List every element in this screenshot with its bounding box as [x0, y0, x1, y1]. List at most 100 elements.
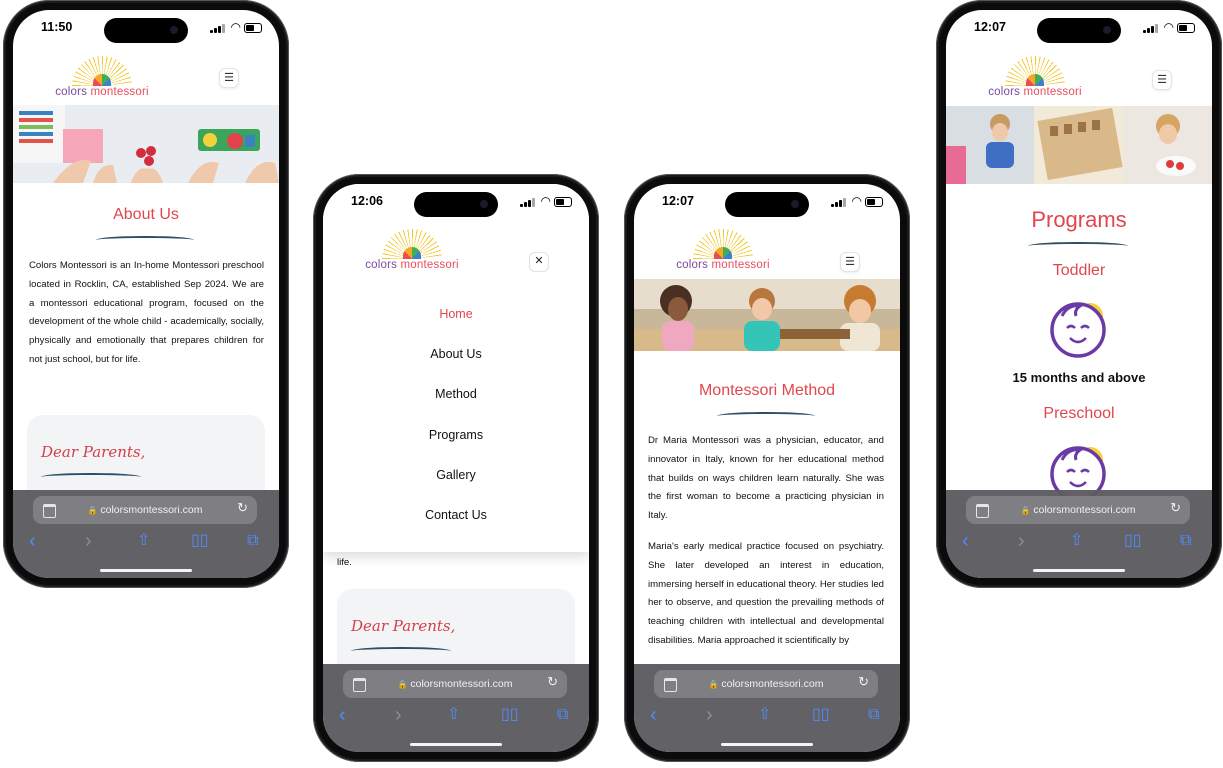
hero-image-toddlers-working: [946, 106, 1212, 184]
tabs-icon[interactable]: ⧉: [557, 706, 568, 724]
wifi-icon: ◠: [230, 20, 241, 34]
dynamic-island: [1037, 18, 1121, 43]
safari-toolbar: 🔒 colorsmontessori.com ↻ ‹ › ⇧ ▯▯ ⧉: [13, 490, 279, 578]
cellular-signal-icon: [210, 23, 225, 33]
screen: 12:06 ◠ colors montessori ✕ Home About U…: [323, 184, 589, 752]
forward-button[interactable]: ›: [395, 705, 402, 725]
reload-icon[interactable]: ↻: [547, 674, 558, 690]
safari-toolbar: 🔒 colorsmontessori.com ↻ ‹ › ⇧ ▯▯ ⧉: [323, 664, 589, 752]
screen: 11:50 ◠ colors montessori ☰ About Us Col…: [13, 10, 279, 578]
program-title-toddler: Toddler: [1052, 262, 1106, 279]
close-menu-button[interactable]: ✕: [529, 252, 549, 272]
lock-icon: 🔒: [397, 680, 408, 689]
menu-item-about-us[interactable]: About Us: [323, 347, 589, 361]
section-title: Montessori Method: [698, 382, 836, 399]
home-indicator: [721, 742, 813, 746]
title-underline-swoosh: [717, 412, 815, 420]
menu-item-method[interactable]: Method: [323, 387, 589, 401]
battery-icon: [244, 23, 262, 33]
back-button[interactable]: ‹: [962, 531, 969, 551]
forward-button[interactable]: ›: [85, 531, 92, 551]
title-underline-swoosh: [96, 236, 194, 244]
tabs-icon[interactable]: ⧉: [247, 532, 258, 550]
hero-image-montessori-materials: [13, 105, 279, 183]
wifi-icon: ◠: [1163, 20, 1174, 34]
program-title-preschool: Preschool: [1043, 405, 1115, 422]
hamburger-menu-button[interactable]: ☰: [1152, 70, 1172, 90]
dynamic-island: [104, 18, 188, 43]
bookmarks-icon[interactable]: ▯▯: [191, 532, 209, 550]
about-us-paragraph: Colors Montessori is an In-home Montesso…: [29, 260, 264, 365]
url-text: 🔒 colorsmontessori.com: [87, 504, 203, 516]
wifi-icon: ◠: [851, 194, 862, 208]
program-age-toddler: 15 months and above: [1012, 370, 1146, 385]
card-title: Dear Parents,: [351, 617, 456, 635]
tabs-icon[interactable]: ⧉: [868, 706, 879, 724]
wifi-icon: ◠: [540, 194, 551, 208]
cellular-signal-icon: [1143, 23, 1158, 33]
battery-icon: [865, 197, 883, 207]
back-button[interactable]: ‹: [339, 705, 346, 725]
card-title: Dear Parents,: [41, 443, 146, 461]
menu-item-home[interactable]: Home: [323, 307, 589, 321]
share-icon[interactable]: ⇧: [447, 706, 460, 724]
battery-icon: [1177, 23, 1195, 33]
back-button[interactable]: ‹: [29, 531, 36, 551]
address-bar[interactable]: 🔒 colorsmontessori.com ↻: [966, 496, 1190, 524]
logo-text: colors montessori: [365, 259, 459, 271]
address-bar[interactable]: 🔒 colorsmontessori.com ↻: [33, 496, 257, 524]
back-button[interactable]: ‹: [650, 705, 657, 725]
bookmarks-icon[interactable]: ▯▯: [501, 706, 519, 724]
section-title: About Us: [113, 206, 179, 223]
address-bar[interactable]: 🔒 colorsmontessori.com ↻: [343, 670, 567, 698]
cellular-signal-icon: [520, 197, 535, 207]
card-underline-swoosh: [351, 647, 451, 655]
menu-item-contact-us[interactable]: Contact Us: [323, 508, 589, 522]
site-logo[interactable]: colors montessori: [983, 56, 1087, 106]
site-logo[interactable]: colors montessori: [50, 56, 154, 106]
site-logo[interactable]: colors montessori: [360, 229, 464, 279]
bookmarks-icon[interactable]: ▯▯: [1124, 532, 1142, 550]
tabs-icon[interactable]: ⧉: [1180, 532, 1191, 550]
card-underline-swoosh: [41, 473, 141, 481]
title-underline-swoosh: [1028, 242, 1128, 250]
phone-about-us: 11:50 ◠ colors montessori ☰ About Us Col…: [3, 0, 289, 588]
lock-icon: 🔒: [1020, 506, 1031, 515]
reload-icon[interactable]: ↻: [858, 674, 869, 690]
screen: 12:07 ◠ colors montessori ☰: [634, 184, 900, 752]
logo-text: colors montessori: [55, 86, 149, 98]
hamburger-menu-button[interactable]: ☰: [840, 252, 860, 272]
status-time: 12:07: [662, 194, 694, 208]
sunrise-logo-icon: [1005, 56, 1065, 86]
forward-button[interactable]: ›: [706, 705, 713, 725]
url-text: 🔒 colorsmontessori.com: [1020, 504, 1136, 516]
sunrise-logo-icon: [693, 229, 753, 259]
home-indicator: [410, 742, 502, 746]
phone-montessori-method: 12:07 ◠ colors montessori ☰ Montessori M…: [624, 174, 910, 762]
reload-icon[interactable]: ↻: [237, 500, 248, 516]
home-indicator: [1033, 568, 1125, 572]
share-icon[interactable]: ⇧: [137, 532, 150, 550]
hamburger-menu-button[interactable]: ☰: [219, 68, 239, 88]
forward-button[interactable]: ›: [1018, 531, 1025, 551]
lock-icon: 🔒: [708, 680, 719, 689]
baby-face-icon: [1046, 296, 1112, 358]
share-icon[interactable]: ⇧: [758, 706, 771, 724]
phone-programs: 12:07 ◠ colors montessori ☰ Programs Tod…: [936, 0, 1222, 588]
home-indicator: [100, 568, 192, 572]
reload-icon[interactable]: ↻: [1170, 500, 1181, 516]
address-bar[interactable]: 🔒 colorsmontessori.com ↻: [654, 670, 878, 698]
url-text: 🔒 colorsmontessori.com: [708, 678, 824, 690]
bookmarks-icon[interactable]: ▯▯: [812, 706, 830, 724]
navigation-menu-panel: colors montessori ✕ Home About Us Method…: [323, 184, 589, 552]
dynamic-island: [414, 192, 498, 217]
status-time: 12:07: [974, 20, 1006, 34]
share-icon[interactable]: ⇧: [1070, 532, 1083, 550]
menu-item-programs[interactable]: Programs: [323, 428, 589, 442]
safari-toolbar: 🔒 colorsmontessori.com ↻ ‹ › ⇧ ▯▯ ⧉: [634, 664, 900, 752]
logo-text: colors montessori: [988, 86, 1082, 98]
url-text: 🔒 colorsmontessori.com: [397, 678, 513, 690]
hero-image-children-learning: [634, 279, 900, 351]
site-logo[interactable]: colors montessori: [671, 229, 775, 279]
menu-item-gallery[interactable]: Gallery: [323, 468, 589, 482]
